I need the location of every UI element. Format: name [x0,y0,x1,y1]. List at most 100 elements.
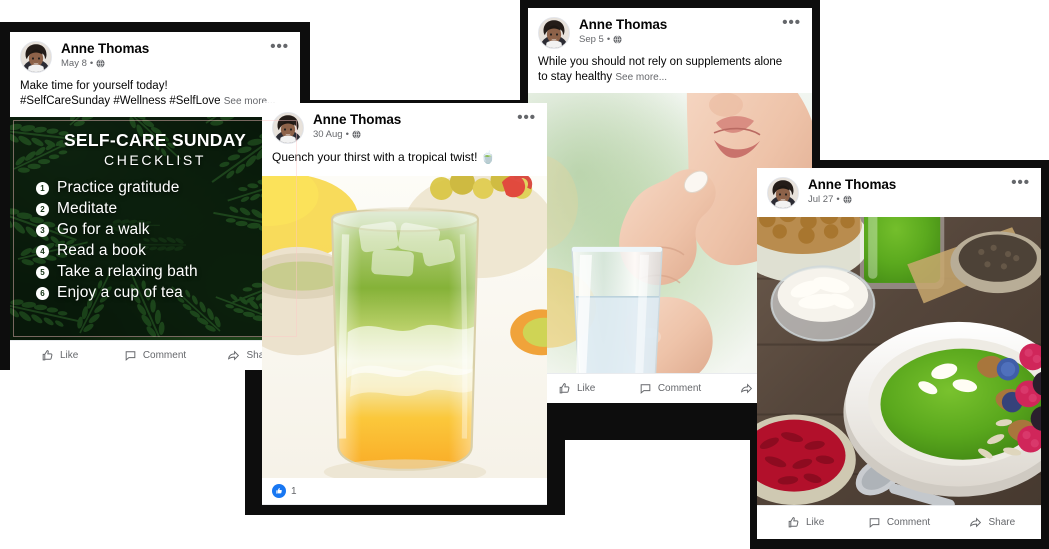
checklist-item-number: 4 [36,244,49,258]
post-options-button[interactable]: ••• [1011,175,1030,190]
share-button[interactable]: Share [946,513,1039,532]
like-label: Like [59,350,79,361]
post-card-smoothie-bowl[interactable]: Anne Thomas Jul 27 • ••• Like Comment Sh… [757,168,1041,539]
like-button[interactable]: Like [759,513,852,532]
post-reactions: 1 [262,478,547,505]
post-date: 30 Aug [313,128,343,140]
checklist-item-number: 5 [36,265,49,279]
globe-privacy-icon [843,195,852,204]
share-arrow-icon [228,350,240,361]
comment-button[interactable]: Comment [623,379,716,398]
post-image-smoothie-bowl[interactable] [757,217,1041,505]
like-reaction-icon [272,484,286,498]
see-more-link[interactable]: See more... [615,72,667,83]
comment-button[interactable]: Comment [852,513,945,532]
checklist-item-label: Go for a walk [57,221,150,239]
avatar-portrait-icon [768,178,798,208]
post-options-button[interactable]: ••• [517,110,536,125]
avatar-portrait-icon [21,42,51,72]
reaction-count: 1 [291,485,297,497]
thumbs-up-icon [42,350,53,361]
author-block: Anne Thomas 30 Aug • [313,112,537,140]
checklist-item-number: 1 [36,181,49,195]
post-image-tropical-drink[interactable] [262,175,547,478]
comment-bubble-icon [125,351,136,361]
post-meta: Jul 27 • [808,193,1031,205]
avatar[interactable] [767,177,799,209]
like-button[interactable]: Like [12,346,107,365]
post-date: Jul 27 [808,193,834,205]
post-card-self-care-sunday[interactable]: Anne Thomas May 8 • ••• Make time for yo… [10,32,300,370]
comment-label: Comment [657,383,702,394]
checklist-item: 2 Meditate [36,200,288,218]
author-name[interactable]: Anne Thomas [61,41,290,57]
checklist-item-label: Practice gratitude [57,179,180,197]
post-meta: Sep 5 • [579,33,802,45]
post-image-self-care-checklist[interactable]: SELF-CARE SUNDAY CHECKLIST 1 Practice gr… [10,117,300,340]
author-name[interactable]: Anne Thomas [808,177,1031,193]
post-text-line-2-wrap: to stay healthy See more... [538,70,802,85]
globe-privacy-icon [613,35,622,44]
checklist-item: 1 Practice gratitude [36,179,288,197]
checklist-item-number: 2 [36,202,49,216]
author-name[interactable]: Anne Thomas [313,112,537,128]
globe-privacy-icon [352,130,361,139]
post-text-line-2-wrap: #SelfCareSunday #Wellness #SelfLove See … [20,94,290,109]
post-header: Anne Thomas Sep 5 • ••• [528,8,812,53]
meta-separator: • [89,57,94,69]
comment-button[interactable]: Comment [107,346,202,365]
author-block: Anne Thomas Sep 5 • [579,17,802,45]
post-text: Make time for yourself today! #SelfCareS… [10,77,300,117]
comment-bubble-icon [869,518,880,528]
post-text-line-1: Make time for yourself today! [20,80,168,92]
checklist-item: 3 Go for a walk [36,221,288,239]
post-header: Anne Thomas 30 Aug • ••• [262,103,547,148]
post-meta: May 8 • [61,57,290,69]
meta-separator: • [836,193,840,205]
post-text-line-2: to stay healthy [538,71,613,84]
share-arrow-icon [970,517,982,528]
post-header: Anne Thomas May 8 • ••• [10,32,300,77]
green-smoothie-bowl-photo-illustration [757,217,1041,505]
share-arrow-icon [741,383,753,394]
comment-label: Comment [886,517,931,528]
post-text: Quench your thirst with a tropical twist… [262,148,547,176]
post-options-button[interactable]: ••• [270,39,289,54]
post-date: Sep 5 [579,33,604,45]
meta-separator: • [345,128,349,140]
comment-label: Comment [142,350,187,361]
share-label: Share [988,517,1016,528]
checklist-item-label: Enjoy a cup of tea [57,284,183,302]
checklist-graphic: SELF-CARE SUNDAY CHECKLIST 1 Practice gr… [10,117,300,340]
author-name[interactable]: Anne Thomas [579,17,802,33]
avatar-portrait-icon [539,18,569,48]
comment-bubble-icon [640,384,651,394]
avatar[interactable] [538,17,570,49]
thumbs-up-icon [559,383,570,394]
checklist-content: SELF-CARE SUNDAY CHECKLIST 1 Practice gr… [10,124,300,302]
author-block: Anne Thomas May 8 • [61,41,290,69]
post-action-bar: Like Comment Share [757,505,1041,539]
post-text-line-1: Quench your thirst with a tropical twist… [272,150,496,164]
meta-separator: • [606,33,611,45]
post-date: May 8 [61,57,87,69]
post-header: Anne Thomas Jul 27 • ••• [757,168,1041,213]
thumbs-up-icon [788,517,799,528]
checklist-item-number: 6 [36,286,49,300]
like-label: Like [805,517,825,528]
checklist-item-label: Read a book [57,242,146,260]
post-meta: 30 Aug • [313,128,537,140]
post-text-line-1: While you should not rely on supplements… [538,56,783,68]
avatar[interactable] [20,41,52,73]
post-options-button[interactable]: ••• [782,15,801,30]
checklist-item: 4 Read a book [36,242,288,260]
post-text: While you should not rely on supplements… [528,53,812,93]
globe-privacy-icon [96,59,105,68]
checklist-subtitle: CHECKLIST [104,152,206,169]
layered-matcha-mango-drink-photo-illustration [262,175,547,478]
checklist-item-label: Meditate [57,200,118,218]
post-text-line-2: #SelfCareSunday #Wellness #SelfLove [20,95,221,108]
post-card-tropical-twist[interactable]: Anne Thomas 30 Aug • ••• Quench your thi… [262,103,547,505]
like-label: Like [576,383,596,394]
checklist-item-label: Take a relaxing bath [57,263,198,281]
